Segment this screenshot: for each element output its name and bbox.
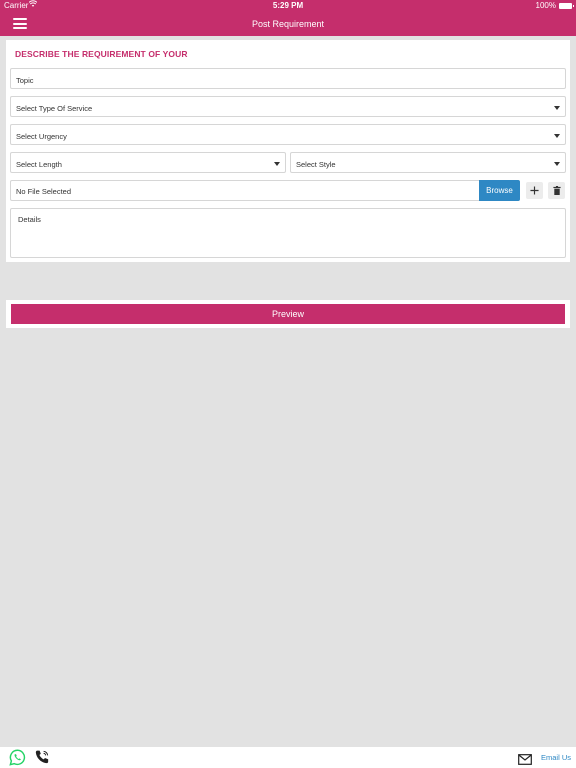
- clock: 5:29 PM: [272, 1, 304, 10]
- topic-placeholder: Topic: [16, 76, 34, 85]
- form-heading: DESCRIBE THE REQUIREMENT OF YOUR: [15, 49, 188, 59]
- details-placeholder: Details: [18, 215, 41, 224]
- mail-icon[interactable]: [518, 752, 532, 765]
- requirement-form: DESCRIBE THE REQUIREMENT OF YOUR Topic S…: [6, 40, 570, 262]
- file-status: No File Selected: [16, 187, 72, 196]
- status-bar: Carrier 5:29 PM 100%: [0, 0, 576, 12]
- battery-icon: [559, 3, 574, 9]
- battery-percentage: 100%: [535, 1, 556, 10]
- caret-down-icon: [554, 162, 560, 166]
- details-textarea[interactable]: Details: [10, 208, 566, 258]
- trash-icon[interactable]: [548, 182, 565, 199]
- style-select[interactable]: Select Style: [290, 152, 566, 173]
- topic-input[interactable]: Topic: [10, 68, 566, 89]
- email-us-link[interactable]: Email Us: [541, 753, 571, 762]
- app-bar: Post Requirement: [0, 12, 576, 36]
- caret-down-icon: [274, 162, 280, 166]
- caret-down-icon: [554, 106, 560, 110]
- length-value: Select Length: [16, 160, 62, 169]
- length-select[interactable]: Select Length: [10, 152, 286, 173]
- preview-section: Preview: [6, 300, 570, 328]
- bottom-bar: Email Us: [0, 747, 576, 768]
- phone-icon[interactable]: [34, 749, 50, 765]
- browse-button[interactable]: Browse: [479, 180, 520, 201]
- urgency-value: Select Urgency: [16, 132, 67, 141]
- caret-down-icon: [554, 134, 560, 138]
- urgency-select[interactable]: Select Urgency: [10, 124, 566, 145]
- file-picker: No File Selected Browse: [10, 180, 520, 201]
- style-value: Select Style: [296, 160, 336, 169]
- plus-icon[interactable]: [526, 182, 543, 199]
- service-type-select[interactable]: Select Type Of Service: [10, 96, 566, 117]
- whatsapp-icon[interactable]: [9, 749, 26, 766]
- service-type-value: Select Type Of Service: [16, 104, 93, 113]
- preview-button[interactable]: Preview: [11, 304, 565, 324]
- page-title: Post Requirement: [251, 19, 325, 29]
